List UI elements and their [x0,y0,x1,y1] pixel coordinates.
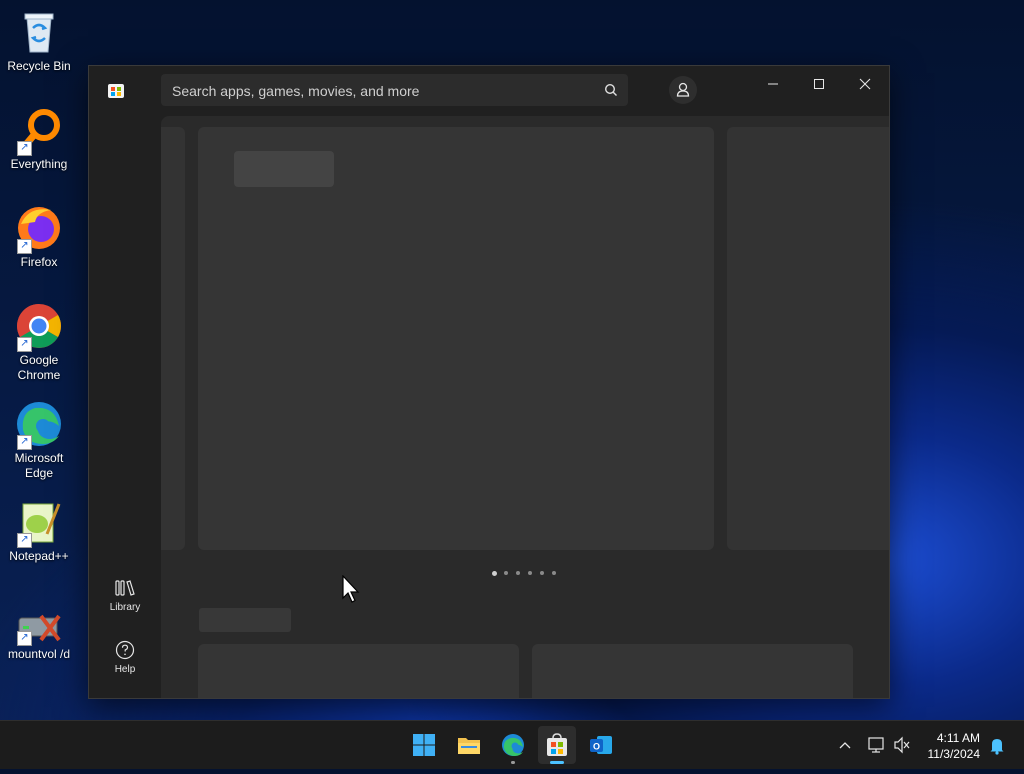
clock[interactable]: 4:11 AM 11/3/2024 [928,730,981,762]
start-icon [413,734,435,756]
shortcut-arrow-icon: ↗ [17,435,32,450]
account-button[interactable] [669,76,697,104]
desktop-icon-label: Everything [10,157,68,171]
search-input[interactable]: Search apps, games, movies, and more [161,74,628,106]
start-button[interactable] [405,726,443,764]
desktop-icon-firefox[interactable]: ↗ Firefox [4,204,74,270]
clock-date: 11/3/2024 [927,747,981,761]
drive-remove-icon: ↗ [15,606,63,646]
chrome-icon: ↗ [15,302,63,352]
desktop-icon-label: Notepad++ [9,549,69,563]
title-bar: Search apps, games, movies, and more [89,66,889,116]
firefox-icon: ↗ [15,204,63,254]
mouse-cursor-icon [342,574,362,605]
content-tile[interactable] [532,644,853,698]
desktop-icon-label: mountvol /d [7,647,71,661]
desktop-icon-label: Google Chrome [17,353,61,382]
desktop-icon-label: Recycle Bin [7,59,71,73]
microsoft-store-window: Search apps, games, movies, and more Lib… [88,65,890,699]
desktop-icon-recycle-bin[interactable]: Recycle Bin [4,8,74,74]
carousel-dot[interactable] [492,570,497,576]
desktop-icon-label: Firefox [20,255,58,269]
shortcut-arrow-icon: ↗ [17,141,32,156]
content-tile[interactable] [198,644,519,698]
desktop-icon-label: Microsoft Edge [14,451,64,480]
shortcut-arrow-icon: ↗ [17,239,32,254]
search-icon[interactable] [604,83,618,97]
carousel-dot[interactable] [540,571,544,575]
help-icon [115,640,135,660]
notifications-button[interactable] [986,721,1008,769]
microsoft-store-icon [547,733,567,756]
show-hidden-icons-button[interactable] [836,721,854,769]
minimize-icon [768,83,778,85]
loading-placeholder [234,151,334,187]
carousel-card-previous[interactable] [161,127,185,550]
taskbar: O 4:11 AM 11/3/2024 [0,720,1024,769]
carousel-dot[interactable] [528,571,532,575]
carousel-card-featured[interactable] [198,127,714,550]
taskbar-outlook[interactable]: O [582,726,620,764]
maximize-icon [814,79,824,89]
taskbar-file-explorer[interactable] [450,726,488,764]
nav-help-label: Help [114,664,136,675]
close-icon [859,78,871,90]
store-content-area [161,116,889,698]
carousel-card-next[interactable] [727,127,889,550]
everything-search-icon: ↗ [15,106,63,156]
nav-help[interactable]: Help [89,640,161,675]
file-explorer-icon [458,738,480,754]
running-indicator [511,761,515,764]
shortcut-arrow-icon: ↗ [17,631,32,646]
notepad-plus-plus-icon: ↗ [15,498,63,548]
library-icon [115,580,135,596]
carousel-dot[interactable] [552,571,556,575]
network-status[interactable] [866,721,888,769]
edge-icon [502,734,524,756]
minimize-button[interactable] [750,70,796,98]
microsoft-store-logo-icon [107,81,125,99]
speaker-muted-icon [894,736,910,754]
taskbar-edge[interactable] [494,726,532,764]
desktop-icon-google-chrome[interactable]: ↗ Google Chrome [4,302,74,383]
section-title-placeholder [199,608,291,632]
desktop-icon-microsoft-edge[interactable]: ↗ Microsoft Edge [4,400,74,481]
notification-bell-icon [990,739,1004,755]
desktop-icon-mountvol[interactable]: ↗ mountvol /d [4,606,74,662]
desktop-icon-everything[interactable]: ↗ Everything [4,106,74,172]
maximize-button[interactable] [796,70,842,98]
user-icon [676,82,690,97]
nav-library[interactable]: Library [89,578,161,613]
nav-library-label: Library [109,602,141,613]
outlook-icon: O [590,736,612,754]
svg-text:O: O [593,742,600,752]
clock-time: 4:11 AM [936,731,980,745]
desktop-icon-notepad-plus-plus[interactable]: ↗ Notepad++ [4,498,74,564]
carousel-dot[interactable] [504,571,508,575]
carousel-dot[interactable] [516,571,520,575]
shortcut-arrow-icon: ↗ [17,533,32,548]
taskbar-microsoft-store[interactable] [538,726,576,764]
chevron-up-icon [839,742,851,749]
edge-icon: ↗ [15,400,63,450]
active-indicator [550,761,564,764]
volume-status[interactable] [892,721,912,769]
recycle-bin-icon [15,8,63,56]
search-placeholder: Search apps, games, movies, and more [172,83,420,99]
network-icon [868,737,884,753]
close-button[interactable] [842,70,888,98]
shortcut-arrow-icon: ↗ [17,337,32,352]
